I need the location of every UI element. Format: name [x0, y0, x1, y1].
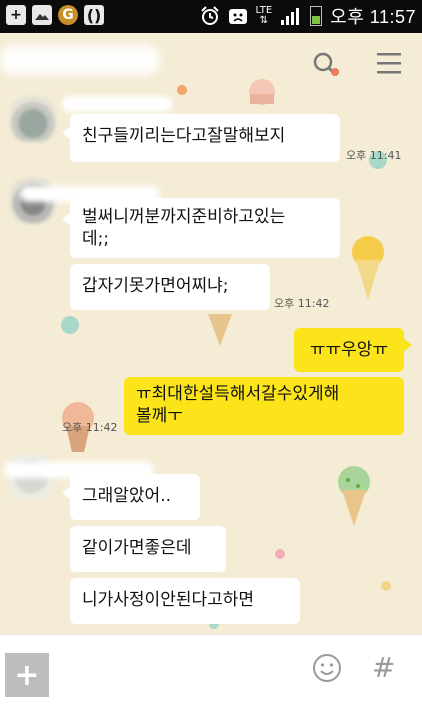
add-button[interactable]: + [5, 653, 49, 697]
message-time: 오후 11:42 [62, 421, 118, 434]
message-bubble[interactable]: 갑자기못가면어찌냐; [70, 264, 270, 310]
message-time: 오후 11:42 [274, 297, 330, 310]
message-bubble[interactable]: 친구들끼리는다고잘말해보지 [70, 114, 340, 162]
network-type: LTE ⇅ [255, 5, 273, 26]
message-time: 오후 11:41 [346, 149, 402, 162]
battery-icon [310, 6, 323, 26]
sad-face-icon [228, 9, 247, 24]
my-message-bubble[interactable]: ㅠㅠ우앙ㅠ [294, 328, 404, 372]
notification-icons: + G () [6, 5, 104, 25]
search-icon[interactable] [313, 52, 339, 78]
chat-header [0, 33, 422, 91]
dot-decoration [381, 581, 391, 591]
signal-icon [281, 8, 300, 25]
emoticon-icon[interactable] [312, 653, 342, 683]
composer-bar: + # [0, 634, 422, 705]
bubble-tail [403, 338, 412, 352]
dot-decoration [275, 549, 285, 559]
bracket-app-icon: () [84, 5, 104, 25]
plus-notification-icon: + [6, 5, 26, 25]
message-bubble[interactable]: 니가사정이안된다고하면 [70, 578, 300, 624]
my-message-bubble[interactable]: ㅠ최대한설득해서갈수있게해 볼께ㅜ [124, 377, 404, 435]
image-notification-icon [32, 5, 52, 25]
ice-cream-decoration [352, 236, 384, 300]
message-bubble[interactable]: 같이가면좋은데 [70, 526, 226, 572]
hash-icon[interactable]: # [372, 651, 395, 684]
ice-cream-decoration [338, 466, 370, 526]
alarm-icon [200, 6, 219, 25]
message-bubble[interactable]: 그래알았어.. [70, 474, 200, 520]
ice-cream-decoration [208, 314, 232, 346]
chat-room-title-redacted [0, 45, 160, 75]
status-time: 오후 11:57 [330, 7, 416, 27]
g-app-icon: G [58, 5, 78, 25]
menu-icon[interactable] [376, 52, 402, 74]
sender-name-redacted [62, 96, 172, 112]
dot-decoration [61, 316, 79, 334]
message-bubble[interactable]: 벌써니꺼분까지준비하고있는 데;; [70, 198, 340, 258]
status-bar: + G () LTE ⇅ 오후 11:57 [0, 0, 422, 33]
avatar[interactable] [10, 96, 56, 142]
